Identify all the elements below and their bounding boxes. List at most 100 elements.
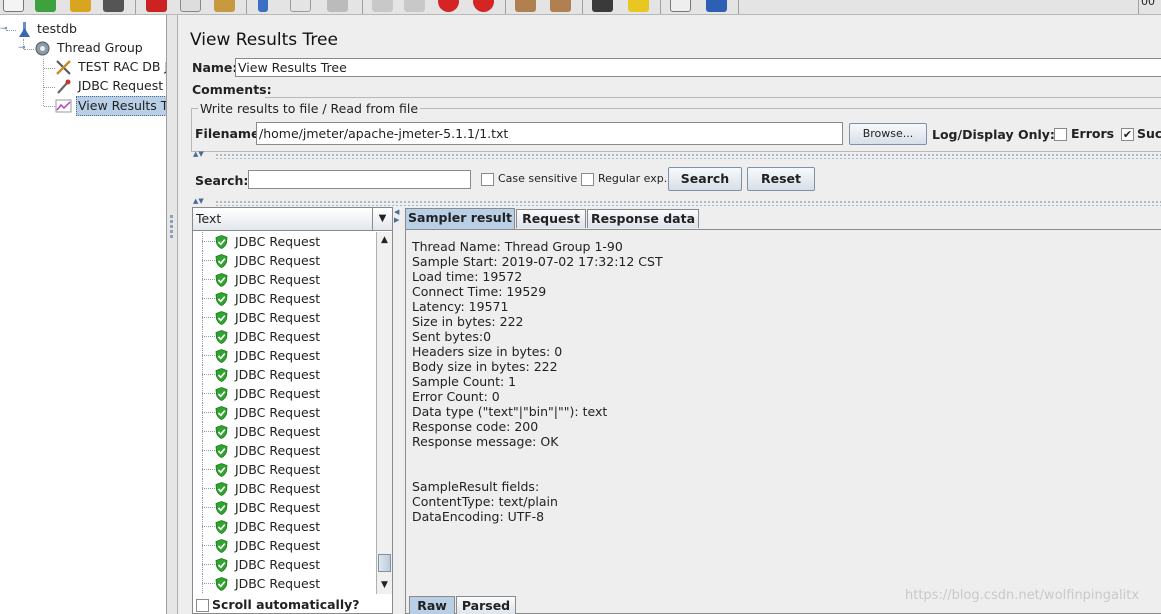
success-shield-icon xyxy=(215,425,228,439)
tree-expand-handle[interactable]: ⊸ xyxy=(0,24,11,35)
tree-connector xyxy=(202,412,215,413)
test-plan-tree[interactable]: ⊸ ⊸ testdb Thread Group TEST RAC DB JDBC… xyxy=(0,15,167,614)
tree-node-label: testdb xyxy=(37,21,77,36)
tab-parsed[interactable]: Parsed xyxy=(456,596,516,614)
filename-field[interactable]: /home/jmeter/apache-jmeter-5.1.1/1.txt xyxy=(256,122,843,145)
split-divider[interactable] xyxy=(215,153,1161,159)
list-item-label: JDBC Request xyxy=(235,443,321,458)
copy-icon[interactable] xyxy=(180,0,201,12)
list-item[interactable]: JDBC Request xyxy=(193,479,376,498)
sampler-result-content[interactable]: Thread Name: Thread Group 1-90 Sample Sta… xyxy=(405,229,1161,614)
clear-all-icon[interactable] xyxy=(550,0,571,12)
list-item[interactable]: JDBC Request xyxy=(193,270,376,289)
name-field[interactable]: View Results Tree xyxy=(235,58,1161,77)
scroll-up-icon[interactable]: ▲ xyxy=(377,233,392,248)
search-input[interactable] xyxy=(248,170,471,189)
tree-connector xyxy=(202,336,215,337)
search-icon[interactable] xyxy=(592,0,613,12)
list-item-label: JDBC Request xyxy=(235,272,321,287)
list-item[interactable]: JDBC Request xyxy=(193,346,376,365)
tree-connector xyxy=(202,507,215,508)
sampler-result-line xyxy=(412,464,663,479)
clear-icon[interactable] xyxy=(515,0,536,12)
function-helper-icon[interactable] xyxy=(670,0,691,12)
list-item[interactable]: JDBC Request xyxy=(193,441,376,460)
start-no-pause-icon[interactable] xyxy=(404,0,425,12)
results-rows[interactable]: JDBC Request JDBC Request JDBC Request JDBC… xyxy=(193,232,376,594)
errors-checkbox[interactable] xyxy=(1054,128,1067,141)
tab-sampler-result[interactable]: Sampler result xyxy=(405,208,515,229)
collapse-up-icon[interactable]: ▲▼ xyxy=(193,151,204,158)
scroll-down-icon[interactable]: ▼ xyxy=(377,578,392,593)
list-item[interactable]: JDBC Request xyxy=(193,289,376,308)
success-shield-icon xyxy=(215,539,228,553)
sampler-result-line: Connect Time: 19529 xyxy=(412,284,547,299)
file-group: Write results to file / Read from file F… xyxy=(191,101,1161,152)
reset-button[interactable]: Reset xyxy=(747,167,815,191)
list-item[interactable]: JDBC Request xyxy=(193,327,376,346)
tree-node-label: TEST RAC DB JDBC xyxy=(78,59,166,74)
new-icon[interactable] xyxy=(3,0,24,12)
reset-search-icon[interactable] xyxy=(628,0,649,12)
open-icon[interactable] xyxy=(70,0,91,12)
sampler-result-line: Headers size in bytes: 0 xyxy=(412,344,563,359)
save-icon[interactable] xyxy=(103,0,124,12)
test-plan-icon xyxy=(19,22,30,37)
list-item[interactable]: JDBC Request xyxy=(193,460,376,479)
list-item[interactable]: JDBC Request xyxy=(193,384,376,403)
cut-icon[interactable] xyxy=(146,0,167,12)
search-button[interactable]: Search xyxy=(668,167,742,191)
list-item-label: JDBC Request xyxy=(235,253,321,268)
renderer-combo[interactable]: Text ▼ xyxy=(193,208,392,231)
scroll-thumb[interactable] xyxy=(378,554,391,572)
list-item-label: JDBC Request xyxy=(235,500,321,515)
list-item[interactable]: JDBC Request xyxy=(193,498,376,517)
successes-checkbox[interactable]: ✔ xyxy=(1121,128,1134,141)
tab-raw[interactable]: Raw xyxy=(409,596,455,614)
collapse-up-icon[interactable]: ▲▼ xyxy=(193,198,204,205)
list-item-label: JDBC Request xyxy=(235,538,321,553)
help-icon[interactable] xyxy=(706,0,727,12)
split-divider[interactable] xyxy=(215,200,1161,206)
watermark: https://blog.csdn.net/wolfinpingalitx xyxy=(905,588,1140,603)
list-splitter[interactable]: ◀ ▶ xyxy=(394,209,401,613)
list-item[interactable]: JDBC Request xyxy=(193,422,376,441)
pane-splitter[interactable] xyxy=(167,15,178,614)
comments-field[interactable] xyxy=(265,81,1161,98)
collapse-icon[interactable] xyxy=(290,0,311,12)
expand-icon[interactable] xyxy=(258,0,268,12)
paste-icon[interactable] xyxy=(214,0,235,12)
list-item[interactable]: JDBC Request xyxy=(193,574,376,593)
browse-button[interactable]: Browse... xyxy=(849,123,927,145)
regex-checkbox[interactable] xyxy=(581,173,594,186)
toggle-icon[interactable] xyxy=(327,0,348,12)
list-item[interactable]: JDBC Request xyxy=(193,517,376,536)
list-item[interactable]: JDBC Request xyxy=(193,251,376,270)
tree-connector xyxy=(202,526,215,527)
sampler-result-line: Response message: OK xyxy=(412,434,559,449)
page-title: View Results Tree xyxy=(190,30,338,50)
tab-response-data[interactable]: Response data xyxy=(587,209,699,228)
chevron-down-icon[interactable]: ▼ xyxy=(372,208,392,230)
list-item[interactable]: JDBC Request xyxy=(193,555,376,574)
tab-request[interactable]: Request xyxy=(516,209,586,228)
sampler-result-line: SampleResult fields: xyxy=(412,479,540,494)
templates-icon[interactable] xyxy=(35,0,56,12)
list-item[interactable]: JDBC Request xyxy=(193,308,376,327)
success-shield-icon xyxy=(215,330,228,344)
scroll-auto-checkbox[interactable] xyxy=(196,599,209,612)
stop-icon[interactable] xyxy=(438,0,459,12)
start-icon[interactable] xyxy=(372,0,393,12)
list-item[interactable]: JDBC Request xyxy=(193,232,376,251)
sampler-result-line: Load time: 19572 xyxy=(412,269,523,284)
sampler-result-line: Latency: 19571 xyxy=(412,299,509,314)
shutdown-icon[interactable] xyxy=(473,0,494,12)
list-item[interactable]: JDBC Request xyxy=(193,536,376,555)
tree-expand-handle[interactable]: ⊸ xyxy=(18,43,29,54)
list-item[interactable]: JDBC Request xyxy=(193,365,376,384)
case-sensitive-checkbox[interactable] xyxy=(481,173,494,186)
list-scrollbar[interactable]: ▲ ▼ xyxy=(376,232,392,594)
list-item[interactable]: JDBC Request xyxy=(193,403,376,422)
success-shield-icon xyxy=(215,520,228,534)
sampler-result-line: Thread Name: Thread Group 1-90 xyxy=(412,239,623,254)
